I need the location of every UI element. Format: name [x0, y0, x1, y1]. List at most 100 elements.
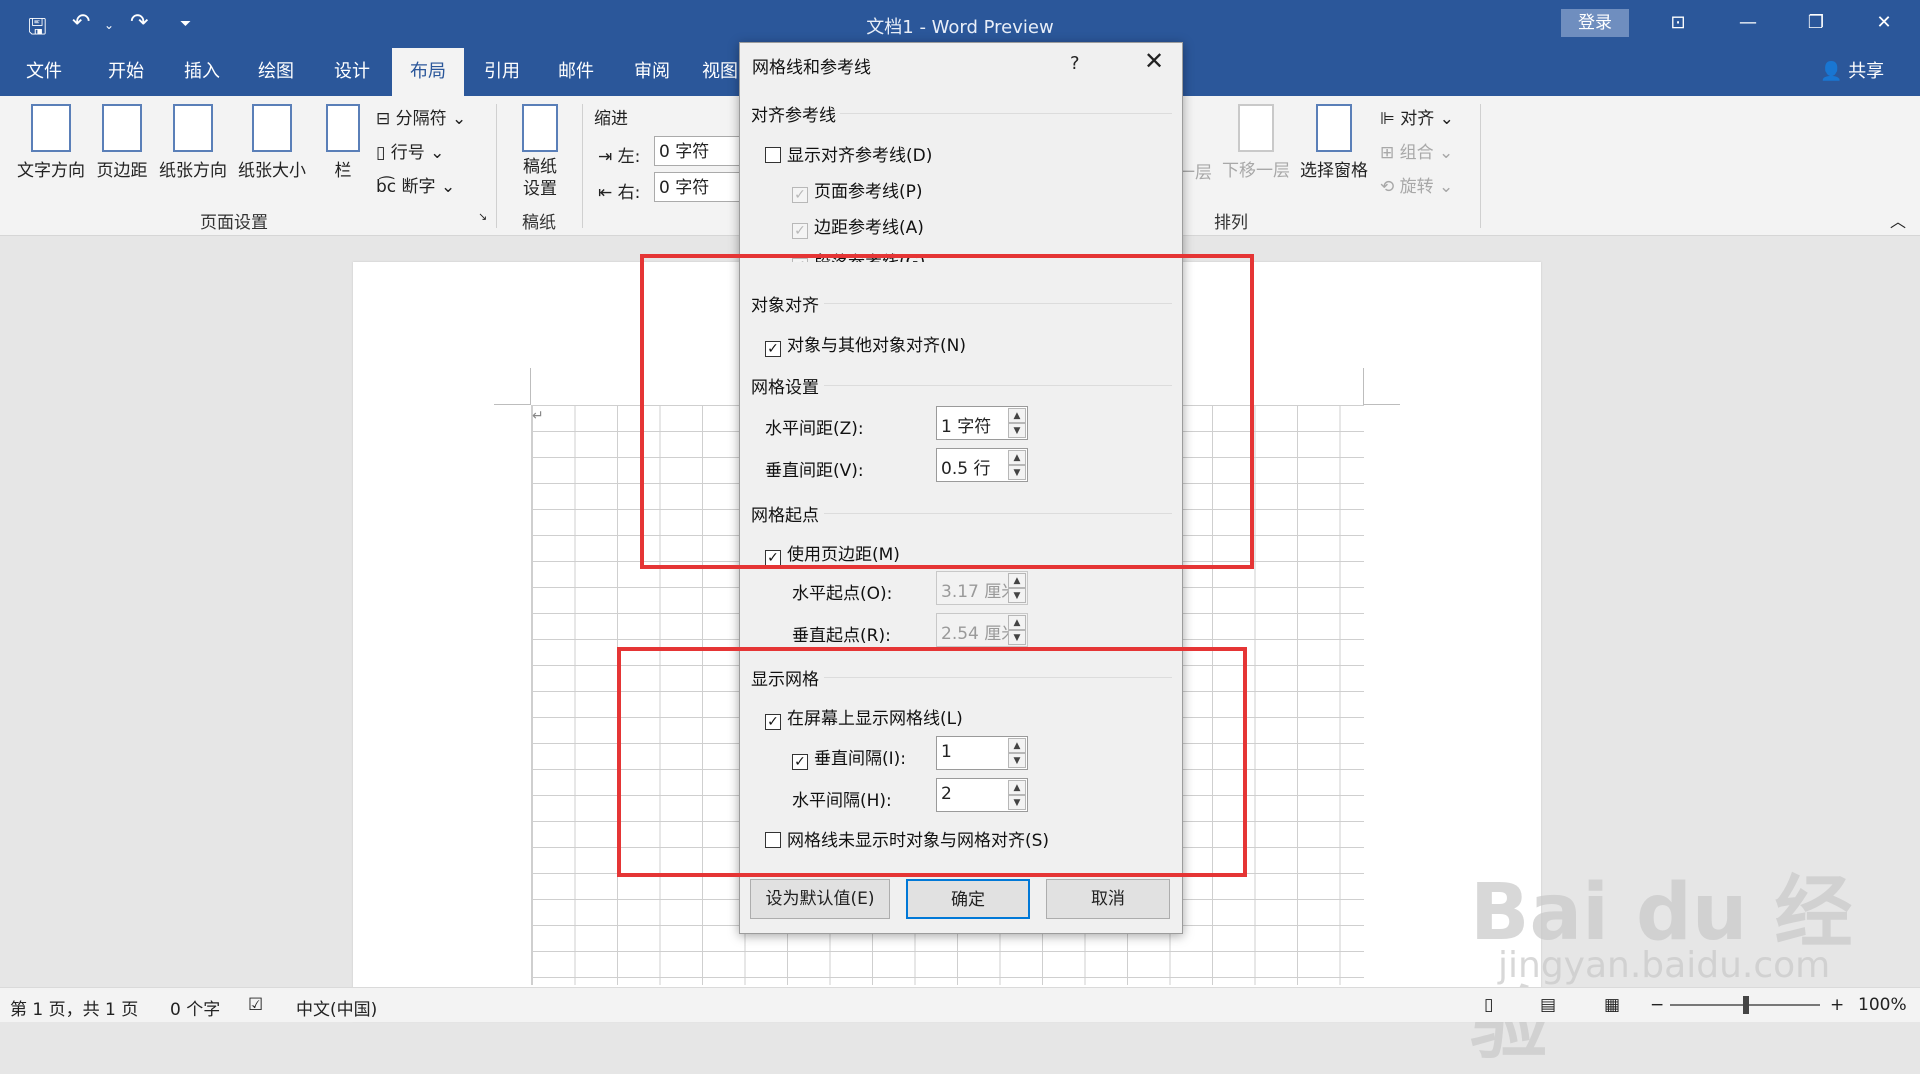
indent-right-input[interactable]: 0 字符: [654, 172, 740, 202]
language-indicator[interactable]: 中文(中国): [296, 995, 377, 1020]
tab-layout[interactable]: 布局: [392, 48, 464, 96]
zoom-out-icon[interactable]: −: [1650, 995, 1664, 1015]
minimize-icon[interactable]: —: [1728, 8, 1768, 38]
watermark-url: jingyan.baidu.com: [1498, 945, 1831, 986]
send-backward-label: 下移一层: [1222, 161, 1290, 181]
margins-icon: [102, 104, 142, 152]
help-icon[interactable]: ?: [1070, 53, 1080, 74]
columns-button[interactable]: 栏: [320, 104, 366, 181]
checkmark-icon: ✓: [792, 223, 808, 239]
orientation-button[interactable]: 纸张方向: [156, 104, 230, 181]
page-guides-checkbox[interactable]: ✓ 页面参考线(P): [792, 177, 923, 203]
ribbon-display-options-icon[interactable]: ⊡: [1658, 8, 1698, 38]
status-bar: 第 1 页，共 1 页 0 个字 ☑ 中文(中国) ▯ ▤ ▦ − + 100%: [0, 987, 1920, 1022]
tab-mailings[interactable]: 邮件: [544, 48, 608, 96]
manuscript-icon: [522, 104, 558, 152]
tab-view[interactable]: 视图: [696, 48, 744, 96]
hyphenation-label: 断字: [401, 177, 436, 197]
text-direction-button[interactable]: 文字方向: [12, 104, 90, 181]
crop-mark: [530, 368, 531, 404]
collapse-ribbon-icon[interactable]: ︿: [1890, 208, 1906, 232]
text-direction-label: 文字方向: [17, 161, 85, 181]
horizontal-origin-spinner[interactable]: 3.17 厘米 ▲ ▼: [936, 571, 1028, 605]
dialog-title: 网格线和参考线: [752, 58, 871, 78]
login-button[interactable]: 登录: [1561, 9, 1629, 37]
window-title: 文档1 - Word Preview: [866, 17, 1054, 38]
columns-icon: [326, 104, 360, 152]
show-alignment-guides-checkbox[interactable]: 显示对齐参考线(D): [765, 141, 932, 166]
zoom-in-icon[interactable]: +: [1830, 995, 1844, 1015]
ribbon-separator: [496, 104, 497, 228]
print-layout-icon[interactable]: ▤: [1540, 995, 1556, 1015]
crop-mark: [1363, 404, 1400, 405]
indent-left-input[interactable]: 0 字符: [654, 136, 740, 166]
read-mode-icon[interactable]: ▯: [1484, 995, 1493, 1015]
ribbon-separator: [1480, 104, 1481, 228]
margins-label: 页边距: [96, 161, 148, 181]
set-as-default-button[interactable]: 设为默认值(E): [750, 879, 890, 919]
tab-design[interactable]: 设计: [320, 48, 384, 96]
hyphenation-icon: b͡c: [376, 177, 397, 197]
group-icon: ⊞: [1380, 143, 1395, 163]
proofing-icon[interactable]: ☑: [248, 995, 263, 1015]
zoom-level[interactable]: 100%: [1858, 995, 1907, 1015]
word-count[interactable]: 0 个字: [170, 995, 220, 1020]
margins-button[interactable]: 页边距: [94, 104, 150, 181]
rotate-icon: ⟲: [1380, 177, 1395, 197]
section-divider: [840, 113, 1172, 114]
page-setup-launcher-icon[interactable]: ↘: [478, 210, 487, 223]
group-button[interactable]: ⊞ 组合 ⌄: [1380, 138, 1453, 163]
manuscript-group-label: 稿纸: [522, 213, 556, 233]
restore-icon[interactable]: ❐: [1796, 8, 1836, 38]
margin-guides-checkbox[interactable]: ✓ 边距参考线(A): [792, 213, 924, 239]
paragraph-mark-icon: ↵: [532, 408, 544, 424]
indent-left-label: ⇥ 左:: [598, 147, 641, 167]
line-numbers-button[interactable]: ▯ 行号 ⌄: [376, 138, 444, 163]
send-backward-button[interactable]: 下移一层: [1218, 104, 1294, 181]
share-button[interactable]: 👤 共享: [1820, 48, 1884, 96]
spin-down-icon[interactable]: ▼: [1008, 630, 1026, 645]
size-label: 纸张大小: [238, 161, 306, 181]
spin-up-icon[interactable]: ▲: [1008, 615, 1026, 630]
columns-label: 栏: [334, 161, 352, 181]
breaks-button[interactable]: ⊟ 分隔符 ⌄: [376, 104, 466, 129]
selection-pane-button[interactable]: 选择窗格: [1296, 104, 1372, 181]
align-icon: ⊫: [1380, 109, 1395, 129]
horizontal-origin-value[interactable]: 3.17 厘米: [941, 577, 1018, 602]
breaks-label: 分隔符: [395, 109, 447, 129]
size-button[interactable]: 纸张大小: [234, 104, 310, 181]
vertical-origin-spinner[interactable]: 2.54 厘米 ▲ ▼: [936, 613, 1028, 647]
send-backward-icon: [1238, 104, 1274, 152]
tab-references[interactable]: 引用: [470, 48, 534, 96]
tab-review[interactable]: 审阅: [620, 48, 684, 96]
cancel-button[interactable]: 取消: [1046, 879, 1170, 919]
tab-file[interactable]: 文件: [12, 48, 76, 96]
indent-right-icon: ⇤: [598, 183, 613, 203]
crop-mark: [494, 404, 531, 405]
spin-up-icon[interactable]: ▲: [1008, 573, 1026, 588]
align-button[interactable]: ⊫ 对齐 ⌄: [1380, 104, 1454, 129]
manuscript-setup-button[interactable]: 稿纸 设置: [514, 104, 566, 200]
rotate-button[interactable]: ⟲ 旋转 ⌄: [1380, 172, 1453, 197]
line-numbers-label: 行号: [390, 143, 425, 163]
group-label: 组合: [1399, 143, 1434, 163]
zoom-slider-handle[interactable]: [1743, 996, 1749, 1014]
ok-button[interactable]: 确定: [906, 879, 1030, 919]
orientation-icon: [173, 104, 213, 152]
hyphenation-button[interactable]: b͡c 断字 ⌄: [376, 172, 455, 197]
person-icon: 👤: [1820, 61, 1843, 82]
web-layout-icon[interactable]: ▦: [1604, 995, 1620, 1015]
selection-pane-label: 选择窗格: [1300, 161, 1368, 181]
selection-pane-icon: [1316, 104, 1352, 152]
orientation-label: 纸张方向: [159, 161, 227, 181]
spin-down-icon[interactable]: ▼: [1008, 588, 1026, 603]
page-count[interactable]: 第 1 页，共 1 页: [10, 995, 138, 1020]
title-bar: 🖫 ↶ ⌄ ↷ ⏷ 文档1 - Word Preview 登录 ⊡ — ❐ ✕: [0, 0, 1920, 48]
indent-label: 缩进: [594, 109, 628, 129]
close-window-icon[interactable]: ✕: [1864, 8, 1904, 38]
vertical-origin-value[interactable]: 2.54 厘米: [941, 619, 1018, 644]
tab-draw[interactable]: 绘图: [244, 48, 308, 96]
tab-home[interactable]: 开始: [94, 48, 158, 96]
close-icon[interactable]: ✕: [1136, 47, 1172, 75]
tab-insert[interactable]: 插入: [170, 48, 234, 96]
